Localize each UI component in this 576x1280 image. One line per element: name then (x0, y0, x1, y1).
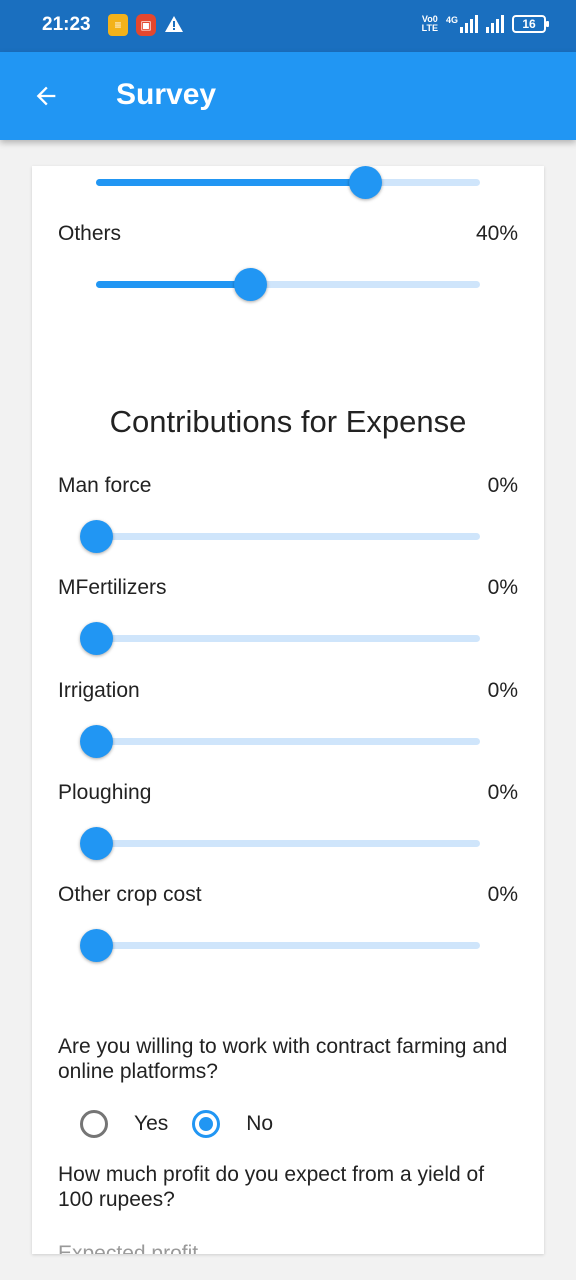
contract-farming-question: Are you willing to work with contract fa… (58, 1035, 508, 1083)
status-time: 21:23 (42, 14, 91, 35)
others-slider[interactable] (96, 266, 480, 306)
expense-row-man-force: Man force 0% (58, 474, 518, 498)
other-crop-cost-slider[interactable] (80, 927, 480, 967)
expense-row-ploughing: Ploughing 0% (58, 781, 518, 805)
expense-row-other-crop-cost: Other crop cost 0% (58, 883, 518, 907)
battery-icon: 16 (512, 15, 549, 33)
status-bar: 21:23 ≡ ▣ Vo0 LTE 4G 16 (0, 0, 576, 52)
top-slider[interactable] (96, 166, 480, 204)
expense-label: MFertilizers (58, 576, 167, 599)
expense-label: Other crop cost (58, 883, 202, 906)
others-label: Others (58, 222, 122, 245)
others-row: Others 40% (58, 222, 518, 246)
others-value: 40% (475, 222, 518, 245)
warning-icon (164, 14, 184, 34)
app-bar: Survey (0, 52, 576, 140)
expense-label: Irrigation (58, 679, 140, 702)
survey-card: Others 40% Contributions for Expense Man… (32, 166, 544, 1254)
expense-row-irrigation: Irrigation 0% (58, 679, 518, 703)
slider-thumb[interactable] (80, 622, 113, 655)
shopping-notification-icon: ▣ (136, 14, 156, 36)
page-title: Survey (116, 78, 217, 111)
slider-thumb[interactable] (80, 929, 113, 962)
message-notification-icon: ≡ (108, 14, 128, 36)
radio-yes[interactable] (80, 1110, 108, 1138)
signal-4g-icon: 4G (446, 15, 478, 33)
radio-no-label[interactable]: No (246, 1112, 273, 1136)
contract-farming-radio-group: Yes No (80, 1106, 297, 1142)
man-force-slider[interactable] (80, 518, 480, 558)
profit-question: How much profit do you expect from a yie… (58, 1163, 485, 1211)
expense-value: 0% (487, 474, 518, 497)
slider-thumb[interactable] (233, 268, 267, 301)
expense-value: 0% (487, 576, 518, 599)
expense-value: 0% (487, 883, 518, 906)
signal-icon (486, 15, 504, 33)
slider-thumb[interactable] (80, 725, 113, 758)
ploughing-slider[interactable] (80, 825, 480, 865)
expense-row-fertilizers: MFertilizers 0% (58, 576, 518, 600)
arrow-left-icon (36, 86, 56, 106)
expense-value: 0% (487, 781, 518, 804)
expense-value: 0% (487, 679, 518, 702)
slider-thumb[interactable] (80, 827, 113, 860)
expense-label: Ploughing (58, 781, 152, 804)
radio-no[interactable] (192, 1110, 221, 1138)
slider-thumb[interactable] (348, 166, 382, 199)
volte-icon: Vo0 LTE (421, 14, 438, 33)
radio-yes-label[interactable]: Yes (134, 1112, 168, 1136)
back-button[interactable] (26, 76, 66, 116)
fertilizers-slider[interactable] (80, 620, 480, 660)
expense-label: Man force (58, 474, 152, 497)
irrigation-slider[interactable] (80, 723, 480, 763)
expected-profit-field[interactable]: Expected profit (58, 1242, 198, 1254)
expense-section-title: Contributions for Expense (109, 404, 467, 439)
slider-thumb[interactable] (80, 520, 113, 553)
